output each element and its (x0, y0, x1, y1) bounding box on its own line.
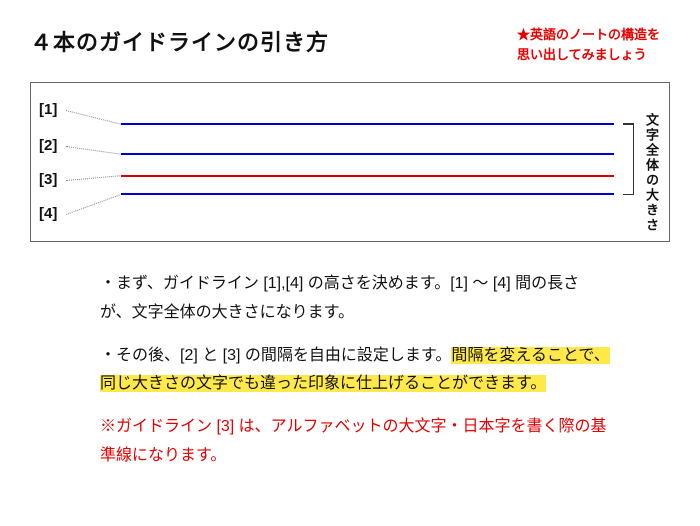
lines-area (121, 83, 614, 241)
paragraph-1: ・まず、ガイドライン [1],[4] の高さを決めます。[1] 〜 [4] 間の… (100, 270, 610, 328)
label-3: [3] (39, 171, 57, 188)
page-title: ４本のガイドラインの引き方 (30, 25, 329, 57)
note-line2: 思い出してみましょう (517, 47, 647, 62)
note-line1: ★英語のノートの構造を (517, 27, 660, 42)
header-note: ★英語のノートの構造を 思い出してみましょう (517, 25, 660, 64)
size-bracket (624, 123, 634, 195)
connector-4 (66, 195, 120, 215)
label-2: [2] (39, 137, 57, 154)
guideline-2 (121, 153, 614, 155)
bracket-label: 文字全体の大きさ (642, 113, 661, 233)
para2-plain: ・その後、[2] と [3] の間隔を自由に設定します。 (100, 347, 451, 364)
body-text: ・まず、ガイドライン [1],[4] の高さを決めます。[1] 〜 [4] 間の… (100, 270, 610, 471)
diagram-frame: [1] [2] [3] [4] 文字全体の大きさ (30, 82, 670, 242)
guideline-1 (121, 123, 614, 125)
connector-3 (66, 175, 122, 181)
paragraph-2: ・その後、[2] と [3] の間隔を自由に設定します。間隔を変えることで、同じ… (100, 342, 610, 400)
guideline-4 (121, 193, 614, 195)
guideline-3 (121, 175, 614, 177)
guideline-diagram: [1] [2] [3] [4] 文字全体の大きさ (30, 82, 670, 242)
paragraph-3: ※ガイドライン [3] は、アルファベットの大文字・日本字を書く際の基準線になり… (100, 413, 610, 471)
connector-1 (66, 110, 122, 125)
label-1: [1] (39, 101, 57, 118)
label-4: [4] (39, 205, 57, 222)
connector-2 (66, 146, 122, 155)
